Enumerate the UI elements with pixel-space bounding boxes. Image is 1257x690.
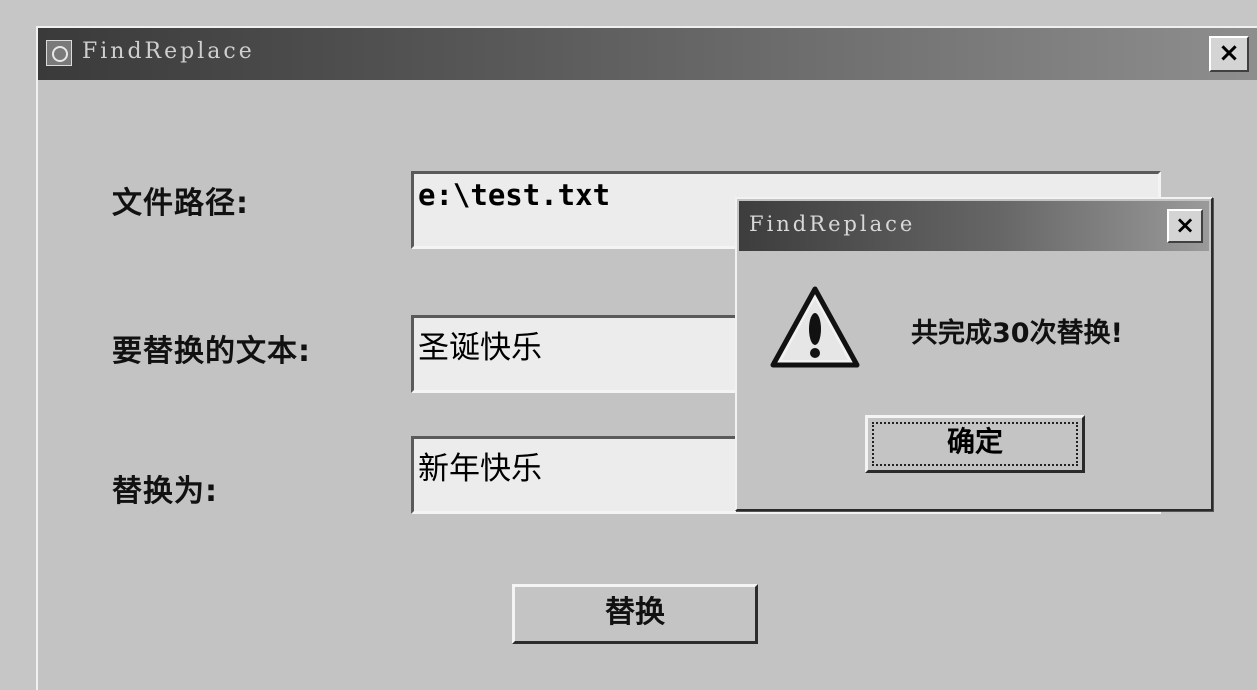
close-button[interactable]: × bbox=[1209, 36, 1249, 72]
message-box: FindReplace × 共完成30次替换! 确定 bbox=[735, 197, 1213, 511]
message-box-title: FindReplace bbox=[749, 212, 916, 236]
search-text-label: 要替换的文本: bbox=[112, 334, 311, 369]
main-window-title: FindReplace bbox=[82, 39, 255, 64]
ok-button[interactable]: 确定 bbox=[865, 415, 1085, 473]
message-text: 共完成30次替换! bbox=[911, 318, 1123, 349]
file-path-label: 文件路径: bbox=[112, 186, 249, 221]
message-box-titlebar[interactable]: FindReplace × bbox=[739, 201, 1209, 251]
message-box-close-button[interactable]: × bbox=[1167, 209, 1203, 243]
screen: FindReplace × 文件路径: e:\test.txt 要替换的文本: … bbox=[0, 0, 1257, 690]
replace-button[interactable]: 替换 bbox=[512, 584, 758, 644]
main-titlebar[interactable]: FindReplace × bbox=[38, 28, 1257, 80]
replace-with-label: 替换为: bbox=[112, 474, 218, 509]
warning-icon bbox=[770, 286, 860, 368]
app-icon bbox=[46, 40, 72, 66]
